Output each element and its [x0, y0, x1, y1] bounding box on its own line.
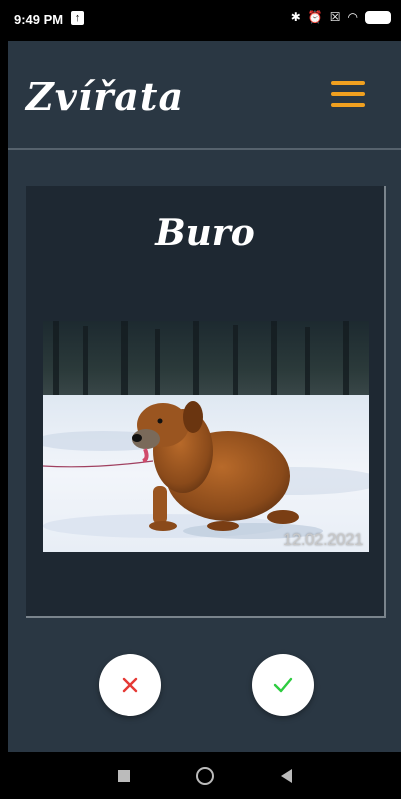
status-time: 9:49 PM [14, 12, 64, 27]
app-header: Zvířata [8, 41, 401, 150]
app-title: Zvířata [26, 74, 185, 119]
status-icons: ✱ ⏰ ☒ ◠ 100 [291, 10, 391, 24]
accept-button[interactable] [252, 654, 314, 716]
animal-photo: 12.02.2021 [43, 321, 369, 552]
check-icon [273, 677, 293, 693]
app-screen: Zvířata Buro 12.02.2021 [8, 41, 401, 752]
system-navbar [0, 752, 401, 799]
battery-icon: 100 [364, 10, 391, 24]
hamburger-icon[interactable] [331, 81, 365, 107]
close-icon [122, 677, 138, 693]
wifi-icon: ◠ [347, 10, 358, 24]
reject-button[interactable] [99, 654, 161, 716]
home-icon[interactable] [196, 767, 214, 785]
alarm-off-icon: ⏰ [307, 10, 323, 24]
bluetooth-icon: ✱ [290, 10, 301, 24]
status-bar: 9:49 PM ↑ ✱ ⏰ ☒ ◠ 100 [0, 0, 401, 41]
photo-date-stamp: 12.02.2021 [282, 530, 364, 549]
dog-in-snow-image [43, 321, 369, 552]
animal-name: Buro [155, 212, 255, 254]
animal-card[interactable]: Buro 12.02.2021 [26, 186, 386, 618]
back-icon[interactable] [281, 769, 292, 783]
recents-icon[interactable] [118, 770, 130, 782]
upload-icon: ↑ [71, 11, 84, 25]
sim-icon: ☒ [329, 10, 341, 24]
